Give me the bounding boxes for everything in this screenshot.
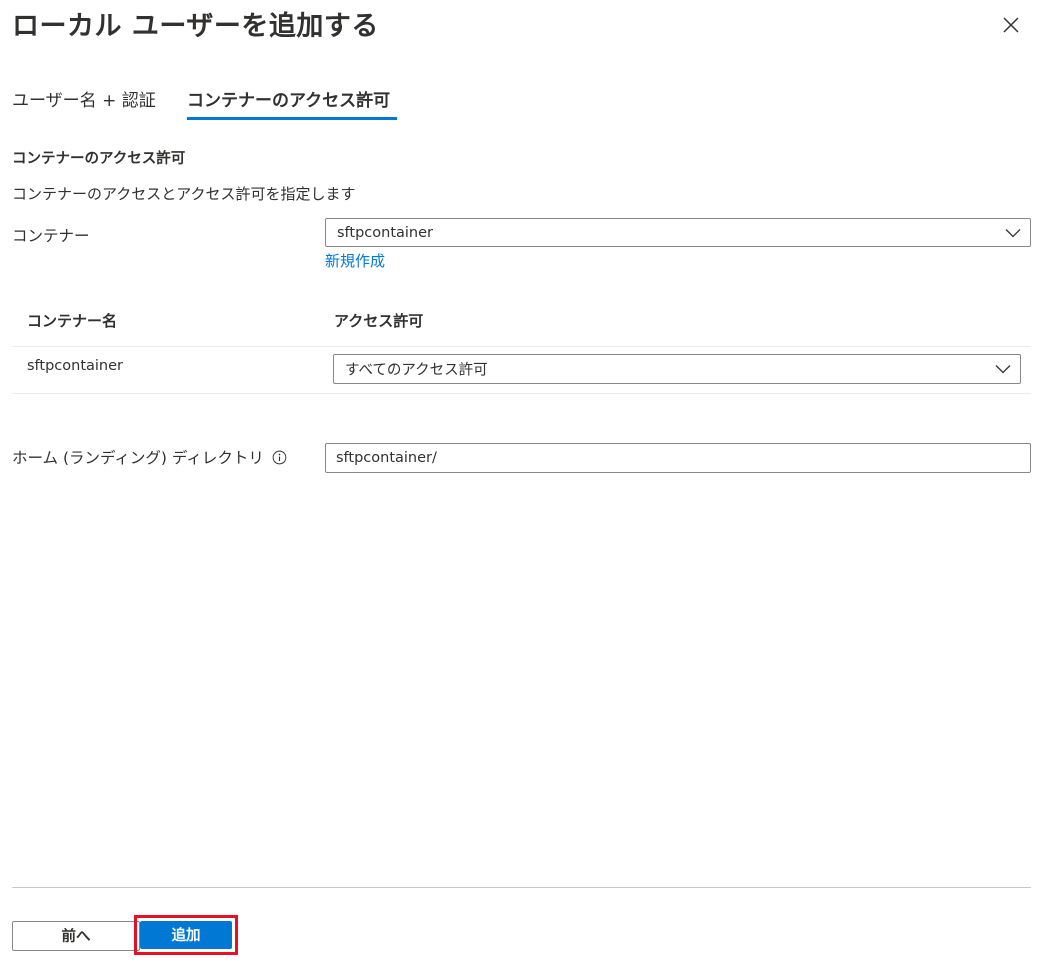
container-dropdown[interactable]: sftpcontainer — [325, 218, 1031, 247]
section-description: コンテナーのアクセスとアクセス許可を指定します — [12, 185, 356, 203]
selected-tab-indicator — [187, 117, 397, 120]
home-directory-input[interactable] — [325, 443, 1031, 473]
table-header: コンテナー名 アクセス許可 — [12, 296, 1031, 347]
tab-username-auth[interactable]: ユーザー名 + 認証 — [12, 86, 156, 111]
permissions-dropdown[interactable]: すべてのアクセス許可 — [333, 354, 1021, 384]
container-dropdown-value: sftpcontainer — [337, 224, 433, 241]
tab-container-permissions[interactable]: コンテナーのアクセス許可 — [187, 86, 390, 111]
container-label: コンテナー — [12, 227, 90, 245]
chevron-down-icon — [1005, 228, 1021, 237]
dialog-title: ローカル ユーザーを追加する — [12, 11, 379, 42]
container-permissions-table: コンテナー名 アクセス許可 sftpcontainer すべてのアクセス許可 — [12, 296, 1031, 394]
chevron-down-icon — [995, 365, 1011, 374]
add-local-user-dialog: ローカル ユーザーを追加する ユーザー名 + 認証 コンテナーのアクセス許可 コ… — [0, 0, 1050, 969]
close-button[interactable] — [1000, 14, 1022, 36]
row-container-name: sftpcontainer — [27, 358, 123, 374]
add-button[interactable]: 追加 — [140, 921, 232, 949]
info-icon[interactable] — [272, 450, 287, 465]
section-heading: コンテナーのアクセス許可 — [12, 151, 186, 167]
previous-button[interactable]: 前へ — [12, 921, 140, 951]
create-new-link[interactable]: 新規作成 — [325, 250, 385, 271]
footer-divider — [12, 887, 1031, 888]
table-row: sftpcontainer すべてのアクセス許可 — [12, 347, 1031, 394]
column-header-container-name: コンテナー名 — [27, 312, 118, 330]
home-directory-label: ホーム (ランディング) ディレクトリ — [12, 449, 264, 467]
home-directory-label-group: ホーム (ランディング) ディレクトリ — [12, 446, 287, 468]
close-icon — [1003, 17, 1019, 33]
column-header-permissions: アクセス許可 — [334, 312, 424, 330]
permissions-dropdown-value: すべてのアクセス許可 — [345, 362, 488, 379]
